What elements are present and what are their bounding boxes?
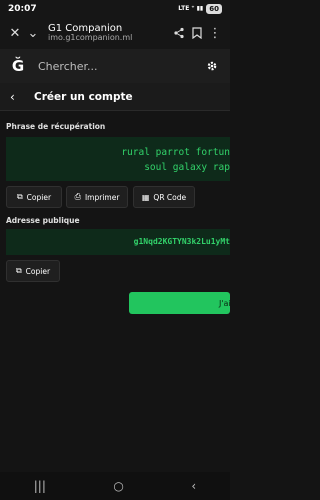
- copy-address-button[interactable]: ⧉ Copier: [6, 260, 60, 282]
- copy-phrase-button[interactable]: ⧉ Copier: [6, 186, 62, 208]
- search-input[interactable]: Chercher...: [28, 60, 202, 73]
- back-nav-icon[interactable]: ‹: [191, 479, 196, 493]
- app-header: Ğ Chercher...: [0, 49, 230, 83]
- page-title: Créer un compte: [34, 90, 133, 103]
- status-time: 20:07: [8, 3, 37, 14]
- public-address-value: g1Nqd2KGTYN3k2Lu1yMt: [133, 237, 230, 246]
- recovery-phrase-line-2: soul galaxy rap: [144, 162, 230, 173]
- system-nav-bar: ||| ○ ‹: [0, 472, 230, 500]
- confirm-label: J'ai: [219, 298, 230, 308]
- public-address-box: g1Nqd2KGTYN3k2Lu1yMt: [6, 229, 230, 255]
- chevron-down-icon[interactable]: ⌄: [24, 24, 42, 42]
- share-icon[interactable]: [170, 24, 188, 42]
- system-icons: LTE ⁺ ▮▮ 60: [178, 3, 222, 14]
- copy-icon: ⧉: [16, 192, 23, 201]
- back-icon[interactable]: ‹: [10, 90, 24, 104]
- browser-url[interactable]: imo.g1companion.ml: [48, 33, 170, 43]
- gear-icon[interactable]: [202, 56, 222, 76]
- more-icon[interactable]: ⋮: [206, 24, 224, 42]
- close-icon[interactable]: ✕: [6, 24, 24, 42]
- qr-code-icon: ▦: [141, 192, 150, 202]
- print-button[interactable]: ⎙ Imprimer: [66, 186, 128, 208]
- browser-title-block: Ğ1 Companion imo.g1companion.ml: [42, 23, 170, 43]
- print-label: Imprimer: [84, 192, 120, 202]
- recovery-label: Phrase de récupération: [6, 122, 106, 131]
- printer-icon: ⎙: [74, 192, 81, 201]
- confirm-button[interactable]: J'ai: [129, 292, 230, 314]
- qr-code-button[interactable]: ▦ QR Code: [133, 186, 195, 208]
- copy-address-label: Copier: [25, 266, 51, 276]
- copy-icon: ⧉: [15, 266, 22, 275]
- recovery-phrase-box: rural parrot fortun soul galaxy rap: [6, 137, 230, 181]
- page-header: ‹ Créer un compte: [0, 83, 230, 111]
- browser-toolbar: ✕ ⌄ Ğ1 Companion imo.g1companion.ml ⋮: [0, 17, 230, 49]
- recent-apps-icon[interactable]: |||: [34, 479, 46, 493]
- home-icon[interactable]: ○: [113, 479, 123, 493]
- app-logo[interactable]: Ğ: [8, 56, 28, 76]
- status-bar: 20:07 LTE ⁺ ▮▮ 60: [0, 0, 230, 17]
- qr-code-label: QR Code: [153, 192, 187, 202]
- recovery-phrase-line-1: rural parrot fortun: [121, 147, 230, 158]
- signal-icon: LTE ⁺ ▮▮: [178, 5, 204, 12]
- bookmark-icon[interactable]: [188, 24, 206, 42]
- battery-icon: 60: [206, 3, 222, 14]
- address-label: Adresse publique: [6, 216, 80, 225]
- copy-phrase-label: Copier: [26, 192, 52, 202]
